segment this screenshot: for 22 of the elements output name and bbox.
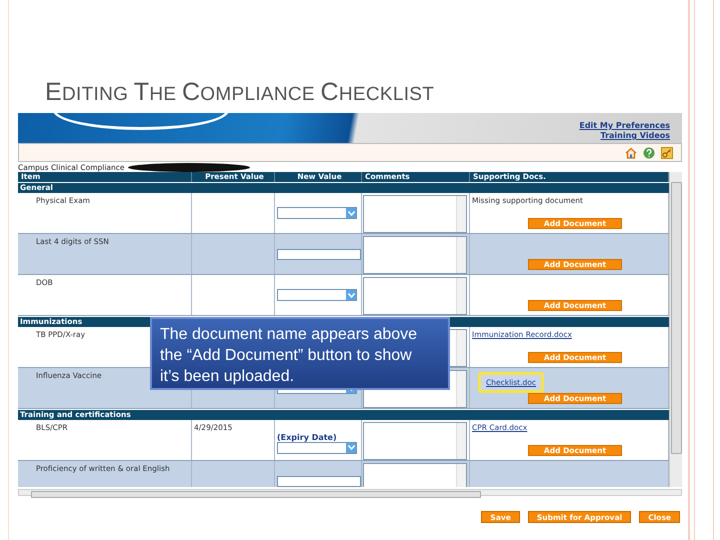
horizontal-scrollbar[interactable] (18, 489, 682, 496)
home-icon[interactable] (625, 146, 637, 158)
callout-tooltip: The document name appears above the “Add Document” button to show it’s been uploaded. (150, 317, 450, 390)
dropdown-field[interactable] (277, 207, 357, 219)
text-input[interactable] (277, 476, 361, 486)
comment-field[interactable] (363, 236, 467, 274)
comment-field[interactable] (363, 195, 467, 233)
comment-field[interactable] (363, 277, 467, 315)
dropdown-field[interactable] (277, 289, 357, 301)
vertical-scrollbar[interactable] (669, 172, 682, 487)
field-label: (Expiry Date) (277, 432, 337, 442)
caret-icon (348, 292, 354, 298)
dropdown-field[interactable] (277, 442, 357, 454)
comment-field[interactable] (363, 422, 467, 460)
header-link[interactable]: Training Videos (600, 131, 670, 141)
help-icon[interactable] (643, 146, 655, 158)
header-link[interactable]: Edit My Preferences (579, 121, 670, 131)
caret-icon (348, 445, 354, 450)
slide-title: EDITING THE COMPLIANCE CHECKLIST (45, 78, 434, 107)
key-icon[interactable] (661, 146, 673, 158)
caret-icon (348, 210, 354, 216)
text-input[interactable] (277, 248, 361, 260)
